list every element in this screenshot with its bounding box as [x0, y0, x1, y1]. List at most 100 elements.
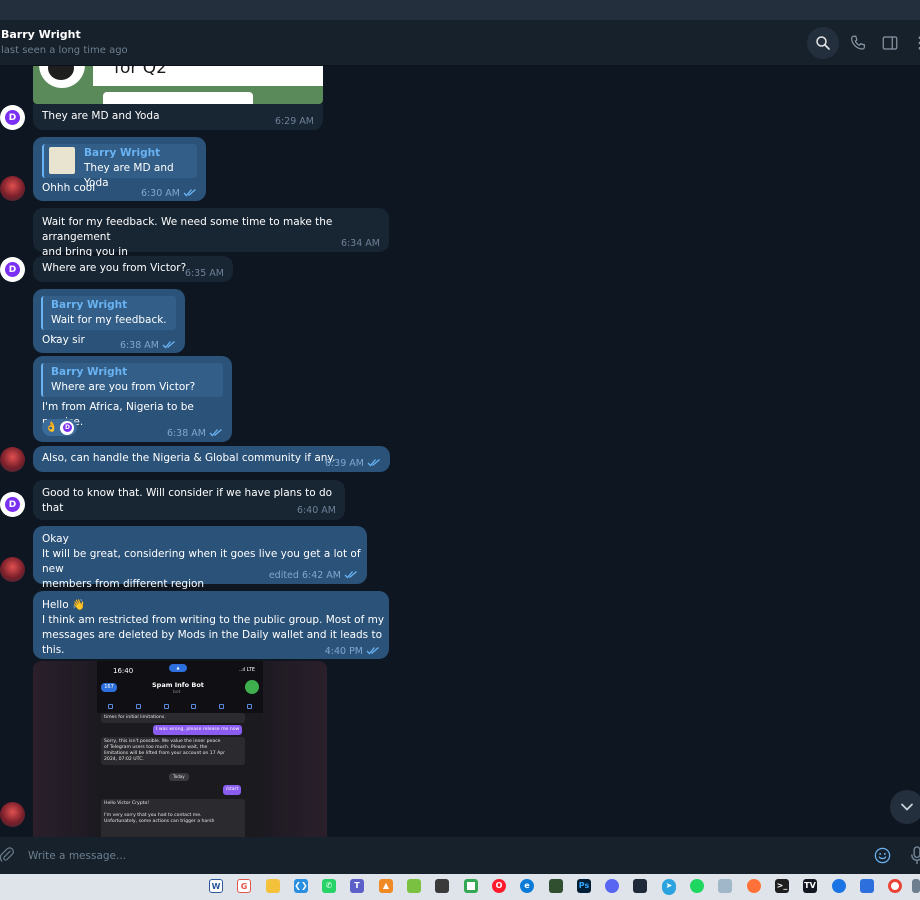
app-icon[interactable] [860, 879, 874, 893]
vlc-icon[interactable]: ▲ [379, 879, 393, 893]
edge-icon[interactable]: e [520, 879, 534, 893]
window-title-bar [0, 0, 920, 20]
message-text: Where are you from Victor? [42, 262, 187, 274]
reply-quote[interactable]: Barry Wright They are MD and Yoda [42, 144, 197, 189]
message-text: Ohhh cool [42, 182, 96, 194]
search-icon [816, 36, 830, 50]
app-icon[interactable] [407, 879, 421, 893]
app-icon[interactable] [718, 879, 732, 893]
message-bubble[interactable]: Barry Wright Where are you from Victor? … [33, 356, 232, 442]
message-time: 6:30 AM [140, 188, 180, 199]
scroll-to-bottom-button[interactable] [890, 790, 920, 824]
app-icon[interactable] [633, 879, 647, 893]
double-check-icon [183, 189, 196, 197]
reply-thumbnail [49, 147, 75, 174]
message-time: 6:38 AM [119, 340, 159, 351]
double-check-icon [209, 429, 222, 437]
chevron-down-icon [901, 803, 913, 811]
chat-header[interactable]: Barry Wright last seen a long time ago [0, 20, 920, 66]
message-time: 6:34 AM [340, 238, 380, 249]
avatar-letter: D [5, 110, 20, 125]
link-preview-image[interactable]: for Q2 [33, 66, 323, 104]
reply-quote[interactable]: Barry Wright Where are you from Victor? [41, 363, 223, 397]
chrome-icon[interactable] [464, 879, 478, 893]
message-list[interactable]: for Q2 D They are MD and Yoda 6:29 AM Ba… [0, 66, 920, 837]
message-bubble[interactable]: Okay It will be great, considering when … [33, 526, 367, 590]
message-time: edited 6:42 AM [268, 570, 341, 581]
word-icon[interactable]: W [209, 879, 223, 893]
message-time: 6:35 AM [184, 268, 224, 279]
my-avatar[interactable] [0, 557, 25, 582]
contact-name[interactable]: Barry Wright [1, 28, 81, 41]
toggle-sidebar-button[interactable] [874, 27, 906, 59]
message-text: Also, can handle the Nigeria & Global co… [42, 452, 336, 464]
message-time: 6:29 AM [274, 116, 314, 127]
folder-icon[interactable] [266, 879, 280, 893]
settings-icon[interactable] [912, 879, 920, 893]
app-icon[interactable] [549, 879, 563, 893]
sender-avatar[interactable]: D [0, 492, 25, 517]
message-bubble[interactable]: Barry Wright They are MD and Yoda Ohhh c… [33, 137, 206, 201]
emoji-icon[interactable] [873, 846, 892, 865]
message-input[interactable] [28, 846, 848, 866]
avatar-letter: D [5, 262, 20, 277]
search-button[interactable] [807, 27, 839, 59]
message-bubble[interactable]: Hello 👋 I think am restricted from writi… [33, 591, 389, 659]
double-check-icon [344, 571, 357, 579]
avatar-letter: D [5, 497, 20, 512]
screenshot-content: 16:40 ▲ ..ıl LTE 167 Spam Info Bot bot t… [97, 661, 263, 837]
reply-quote[interactable]: Barry Wright Wait for my feedback. ... [41, 296, 176, 341]
reply-sender: Barry Wright [51, 299, 128, 311]
reply-text: Where are you from Victor? [51, 381, 196, 393]
tradingview-icon[interactable]: TV [803, 879, 817, 893]
double-check-icon [367, 459, 380, 467]
double-check-icon [366, 647, 379, 655]
message-time: 6:40 AM [296, 505, 336, 516]
message-bubble[interactable]: Where are you from Victor? 6:35 AM [33, 256, 233, 282]
sender-avatar[interactable]: D [0, 257, 25, 282]
microphone-icon[interactable] [910, 846, 920, 865]
more-vertical-icon [918, 36, 920, 50]
attach-icon[interactable] [0, 846, 16, 864]
spotify-icon[interactable] [690, 879, 704, 893]
phone-icon [851, 35, 865, 50]
whatsapp-icon[interactable]: ✆ [322, 879, 336, 893]
teams-icon[interactable]: T [350, 879, 364, 893]
message-composer [0, 837, 920, 874]
my-avatar[interactable] [0, 802, 25, 827]
preview-text: for Q2 [114, 66, 167, 78]
message-text: Okay It will be great, considering when … [42, 533, 361, 590]
app-icon[interactable] [435, 879, 449, 893]
photoshop-icon[interactable]: Ps [577, 879, 591, 893]
message-bubble[interactable]: Wait for my feedback. We need some time … [33, 208, 389, 258]
terminal-icon[interactable]: >_ [775, 879, 789, 893]
photo-message[interactable]: 16:40 ▲ ..ıl LTE 167 Spam Info Bot bot t… [33, 661, 327, 837]
message-bubble[interactable]: Good to know that. Will consider if we h… [33, 480, 345, 520]
message-text: Wait for my feedback. We need some time … [42, 216, 333, 258]
my-avatar[interactable] [0, 176, 25, 201]
telegram-icon[interactable]: ➤ [662, 879, 676, 893]
firefox-icon[interactable] [747, 879, 761, 893]
vscode-icon[interactable]: ❮❯ [294, 879, 308, 893]
more-button[interactable] [904, 27, 920, 59]
message-time: 6:39 AM [324, 458, 364, 469]
office-icon[interactable]: G [237, 879, 251, 893]
message-bubble[interactable]: They are MD and Yoda 6:29 AM [33, 104, 323, 130]
double-check-icon [162, 341, 175, 349]
opera-icon[interactable]: O [492, 879, 506, 893]
sender-avatar[interactable]: D [0, 105, 25, 130]
message-reaction[interactable]: 👌 D [42, 419, 78, 436]
reply-sender: Barry Wright [51, 366, 128, 378]
message-time: 6:38 AM [166, 428, 206, 439]
app-icon[interactable] [832, 879, 846, 893]
discord-icon[interactable] [605, 879, 619, 893]
message-text: They are MD and Yoda [42, 110, 160, 122]
my-avatar[interactable] [0, 447, 25, 472]
os-taskbar: W G ❮❯ ✆ T ▲ O e Ps ➤ >_ TV [0, 874, 920, 900]
message-text: Okay sir [42, 334, 85, 346]
message-bubble[interactable]: Barry Wright Wait for my feedback. ... O… [33, 289, 185, 353]
chrome-profile-icon[interactable] [888, 879, 902, 893]
call-button[interactable] [842, 27, 874, 59]
message-bubble[interactable]: Also, can handle the Nigeria & Global co… [33, 446, 390, 472]
message-time: 4:40 PM [324, 646, 363, 657]
